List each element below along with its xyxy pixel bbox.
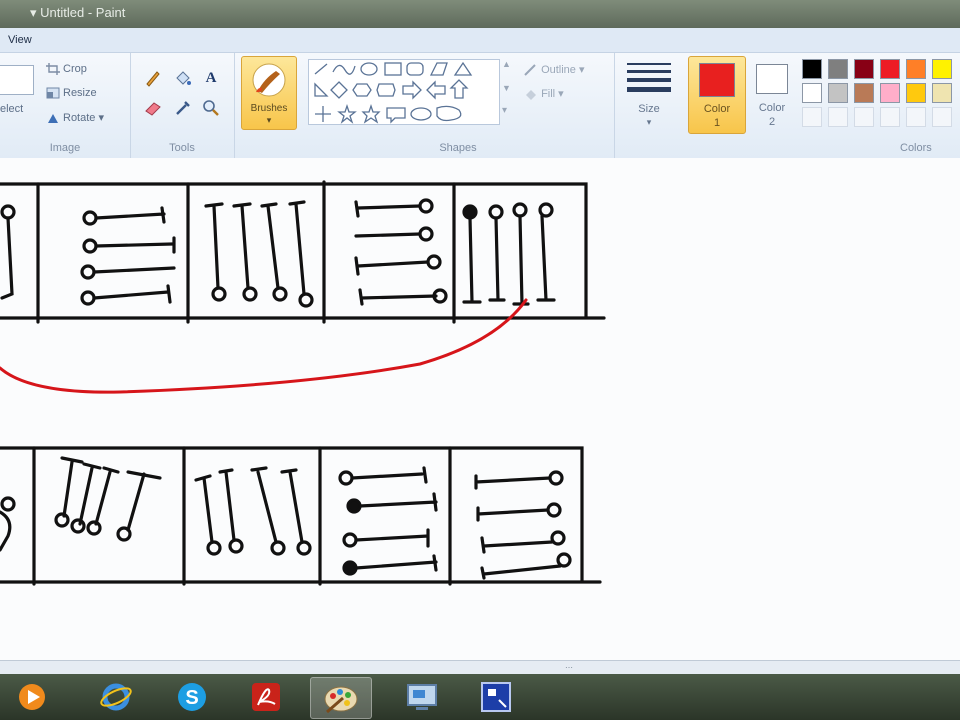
- shapes-scroll-up[interactable]: ▲: [502, 59, 511, 69]
- color2-label: Color: [758, 102, 786, 114]
- window-title: ▾ Untitled - Paint: [30, 5, 126, 20]
- shapes-scroll-down[interactable]: ▼: [502, 83, 511, 93]
- eraser-icon: [145, 102, 161, 116]
- palette-swatch[interactable]: [880, 107, 900, 127]
- fill-icon: [526, 90, 536, 101]
- internet-explorer-icon: [100, 683, 132, 711]
- taskbar-remote-desktop[interactable]: [392, 677, 452, 717]
- shapes-group-label: Shapes: [439, 142, 477, 154]
- palette-swatch[interactable]: [906, 107, 926, 127]
- outline-icon: [524, 64, 536, 76]
- palette-swatch[interactable]: [828, 83, 848, 103]
- shapes-gallery-icons: [314, 61, 473, 124]
- palette-swatch[interactable]: [802, 107, 822, 127]
- svg-text:S: S: [185, 687, 198, 709]
- outline-dropdown[interactable]: Outline ▾: [524, 63, 585, 76]
- media-player-icon: [19, 684, 45, 710]
- palette-swatch[interactable]: [932, 107, 952, 127]
- tab-view[interactable]: View: [8, 34, 32, 46]
- resize-button[interactable]: Resize: [46, 87, 97, 99]
- ribbon-tab-bar: View: [0, 28, 960, 53]
- paint-icon: [324, 686, 358, 714]
- palette-swatch[interactable]: [932, 59, 952, 79]
- eyedropper-icon: [176, 101, 190, 115]
- taskbar-media-player[interactable]: [2, 677, 62, 717]
- drawing-canvas[interactable]: [0, 158, 960, 660]
- title-bar: ▾ Untitled - Paint: [0, 0, 960, 28]
- palette-swatch[interactable]: [854, 107, 874, 127]
- fill-tool[interactable]: [172, 67, 194, 89]
- color-palette: [802, 59, 960, 133]
- brushes-button[interactable]: Brushes ▾: [241, 56, 297, 130]
- palette-swatch[interactable]: [828, 59, 848, 79]
- shapes-expand[interactable]: ▾: [502, 105, 507, 116]
- color1-button[interactable]: Color 1: [688, 56, 746, 134]
- taskbar-internet-explorer[interactable]: [86, 677, 146, 717]
- palette-swatch[interactable]: [802, 83, 822, 103]
- pencil-icon: [146, 71, 160, 87]
- palette-swatch[interactable]: [880, 59, 900, 79]
- paint-bucket-icon: [176, 71, 191, 85]
- taskbar: S: [0, 674, 960, 720]
- color1-label: Color: [703, 103, 731, 115]
- color1-number: 1: [713, 117, 721, 129]
- pencil-tool[interactable]: [142, 67, 164, 89]
- canvas-resize-grip[interactable]: ⋯: [565, 663, 573, 672]
- palette-swatch[interactable]: [880, 83, 900, 103]
- skype-icon: S: [178, 683, 206, 711]
- palette-swatch[interactable]: [932, 83, 952, 103]
- crop-icon: [46, 63, 60, 75]
- select-button[interactable]: [0, 65, 34, 95]
- status-bar: ⋯: [0, 660, 960, 675]
- magnifier-icon: [203, 100, 219, 116]
- brushes-dropdown-arrow: ▾: [266, 115, 272, 125]
- palette-swatch[interactable]: [854, 83, 874, 103]
- shapes-group: ▲ ▼ ▾ Outline ▾ Fill ▾ Shapes: [302, 53, 615, 158]
- rotate-icon: [48, 113, 58, 123]
- remote-desktop-icon: [407, 684, 437, 710]
- palette-swatch[interactable]: [906, 59, 926, 79]
- canvas-drawing: [0, 180, 606, 586]
- text-tool[interactable]: A: [200, 67, 222, 89]
- palette-swatch[interactable]: [802, 59, 822, 79]
- taskbar-adobe-reader[interactable]: [236, 677, 296, 717]
- resize-icon: [46, 87, 60, 99]
- color-picker-tool[interactable]: [172, 97, 194, 119]
- color2-number: 2: [768, 116, 776, 128]
- size-button[interactable]: Size ▾: [622, 57, 676, 129]
- crop-button[interactable]: Crop: [46, 63, 87, 75]
- image-group-label: Image: [49, 142, 81, 154]
- ribbon: elect Crop Resize Rotate ▾ Image A Tools…: [0, 53, 960, 159]
- line-width-icon: [627, 63, 671, 92]
- rotate-button[interactable]: Rotate ▾: [46, 111, 104, 124]
- color1-swatch: [699, 63, 735, 97]
- tools-group-label: Tools: [169, 142, 195, 154]
- color2-swatch: [756, 64, 788, 94]
- eraser-tool[interactable]: [142, 97, 164, 119]
- adobe-reader-icon: [252, 683, 280, 711]
- select-label: elect: [0, 103, 24, 115]
- taskbar-skype[interactable]: S: [162, 677, 222, 717]
- size-label: Size: [638, 103, 660, 115]
- colors-group-label: Colors: [900, 142, 932, 154]
- fill-dropdown[interactable]: Fill ▾: [524, 87, 564, 101]
- image-group: elect Crop Resize Rotate ▾ Image: [0, 53, 131, 158]
- taskbar-paint[interactable]: [310, 677, 372, 719]
- shapes-gallery[interactable]: [308, 59, 500, 125]
- size-dropdown-arrow: ▾: [646, 117, 652, 127]
- palette-swatch[interactable]: [828, 107, 848, 127]
- window-capture-icon: [481, 682, 511, 712]
- color2-button[interactable]: Color 2: [750, 56, 794, 132]
- brush-icon: [252, 63, 286, 97]
- magnifier-tool[interactable]: [200, 97, 222, 119]
- tools-group: A Tools: [130, 53, 235, 158]
- palette-swatch[interactable]: [906, 83, 926, 103]
- taskbar-window-capture[interactable]: [466, 677, 526, 717]
- palette-swatch[interactable]: [854, 59, 874, 79]
- brushes-label: Brushes: [250, 103, 288, 114]
